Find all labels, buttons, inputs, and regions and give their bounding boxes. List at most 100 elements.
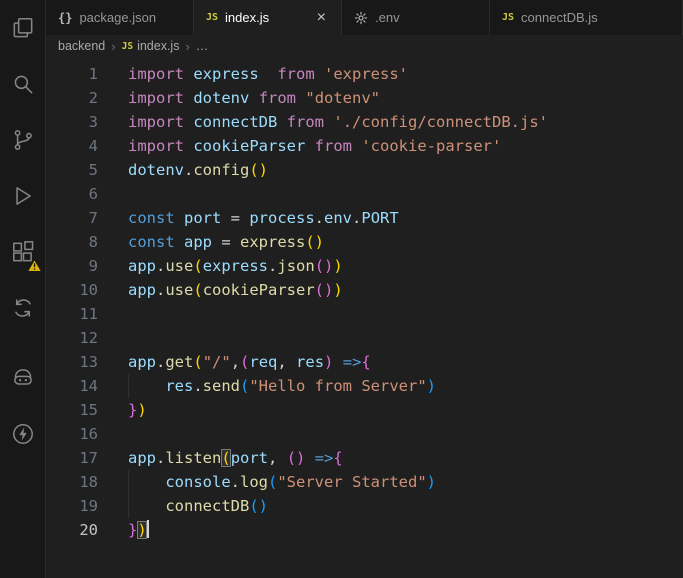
line-number[interactable]: 18 [46,470,98,494]
code-line[interactable]: 13 app.get("/",(req, res) =>{ [46,350,683,374]
code-line[interactable]: 2 import dotenv from "dotenv" [46,86,683,110]
chevron-right-icon: › [111,38,116,54]
code-line[interactable]: 1 import express from 'express' [46,62,683,86]
token-storage: => [314,449,334,467]
tab-env[interactable]: .env [342,0,490,35]
code-line[interactable]: 5 dotenv.config() [46,158,683,182]
line-number[interactable]: 4 [46,134,98,158]
activity-item-thunder-client[interactable] [0,406,45,462]
code-line[interactable]: 14 res.send("Hello from Server") [46,374,683,398]
token-pun: = [221,209,250,227]
token-b1: ) [333,281,343,299]
token-b2: } [128,521,138,539]
token-var: app [128,257,156,275]
code-line[interactable]: 11 [46,302,683,326]
token-pun [128,497,165,515]
token-pun [324,113,333,131]
braces-icon: {} [58,10,73,25]
activity-item-run-debug[interactable] [0,168,45,224]
activity-item-source-control[interactable] [0,112,45,168]
source-control-icon [10,127,36,153]
tab-index-js[interactable]: JS index.js × [194,0,342,35]
code-line[interactable]: 3 import connectDB from './config/connect… [46,110,683,134]
token-var: dotenv [193,89,250,107]
token-b2: ) [324,353,334,371]
token-storage: const [128,209,175,227]
editor[interactable]: backend › JS index.js › … 1 import expres… [46,35,683,578]
token-pun: . [156,353,166,371]
code-line[interactable]: 16 [46,422,683,446]
activity-item-explorer[interactable] [0,0,45,56]
token-b3: ( [240,377,250,395]
line-number[interactable]: 15 [46,398,98,422]
line-number[interactable]: 12 [46,326,98,350]
activity-item-search[interactable] [0,56,45,112]
code-line[interactable]: 20}) [46,518,683,542]
token-pun: = [212,233,241,251]
code-line[interactable]: 15}) [46,398,683,422]
token-b2: { [361,353,371,371]
activity-item-sync[interactable] [0,280,45,336]
token-pun [128,473,165,491]
token-var: process [249,209,315,227]
code-line[interactable]: 19 connectDB() [46,494,683,518]
code-line[interactable]: 7 const port = process.env.PORT [46,206,683,230]
code-line[interactable]: 10 app.use(cookieParser()) [46,278,683,302]
line-number[interactable]: 17 [46,446,98,470]
close-icon[interactable]: × [314,9,329,27]
token-str: 'cookie-parser' [361,137,502,155]
line-content: const app = express() [128,230,324,254]
line-number[interactable]: 7 [46,206,98,230]
line-number[interactable]: 13 [46,350,98,374]
line-content: import express from 'express' [128,62,408,86]
token-pun [277,113,286,131]
line-number[interactable]: 8 [46,230,98,254]
token-var: console [165,473,231,491]
line-content: dotenv.config() [128,158,268,182]
code-line[interactable]: 4 import cookieParser from 'cookie-parser… [46,134,683,158]
tab-connectdb-js[interactable]: JS connectDB.js [490,0,683,35]
code-line[interactable]: 17 app.listen(port, () =>{ [46,446,683,470]
token-var: app [128,353,156,371]
line-number[interactable]: 10 [46,278,98,302]
token-fn: config [193,161,250,179]
token-pun: , [277,353,297,371]
line-number[interactable]: 19 [46,494,98,518]
token-fn: cookieParser [202,281,315,299]
line-number[interactable]: 2 [46,86,98,110]
token-b1: ) [137,401,147,419]
breadcrumb-folder[interactable]: backend [58,39,105,53]
js-file-icon: JS [121,40,134,52]
code-line[interactable]: 8 const app = express() [46,230,683,254]
line-number[interactable]: 3 [46,110,98,134]
activity-item-copilot[interactable] [0,350,45,406]
tab-package-json[interactable]: {} package.json [46,0,194,35]
line-content: const port = process.env.PORT [128,206,399,230]
token-b3: () [249,497,268,515]
line-number[interactable]: 14 [46,374,98,398]
code-line[interactable]: 9 app.use(express.json()) [46,254,683,278]
code-line[interactable]: 18 console.log("Server Started") [46,470,683,494]
line-number[interactable]: 5 [46,158,98,182]
token-fn: use [165,257,194,275]
warning-badge [27,259,42,272]
token-pun [175,233,184,251]
token-b3: ( [268,473,278,491]
token-kw: import [128,89,184,107]
line-number[interactable]: 20 [46,518,98,542]
line-number[interactable]: 11 [46,302,98,326]
line-number[interactable]: 16 [46,422,98,446]
breadcrumb-file[interactable]: index.js [137,39,179,53]
line-number[interactable]: 9 [46,254,98,278]
activity-item-extensions[interactable] [0,224,45,280]
code-line[interactable]: 6 [46,182,683,206]
token-pun: . [352,209,362,227]
code-line[interactable]: 12 [46,326,683,350]
code-area[interactable]: 1 import express from 'express' 2 import do… [46,57,683,542]
line-number[interactable]: 6 [46,182,98,206]
tab-label: .env [375,10,400,25]
line-number[interactable]: 1 [46,62,98,86]
token-str: "Hello from Server" [249,377,427,395]
token-b1: ( [193,281,203,299]
breadcrumb-symbol[interactable]: … [196,39,209,53]
